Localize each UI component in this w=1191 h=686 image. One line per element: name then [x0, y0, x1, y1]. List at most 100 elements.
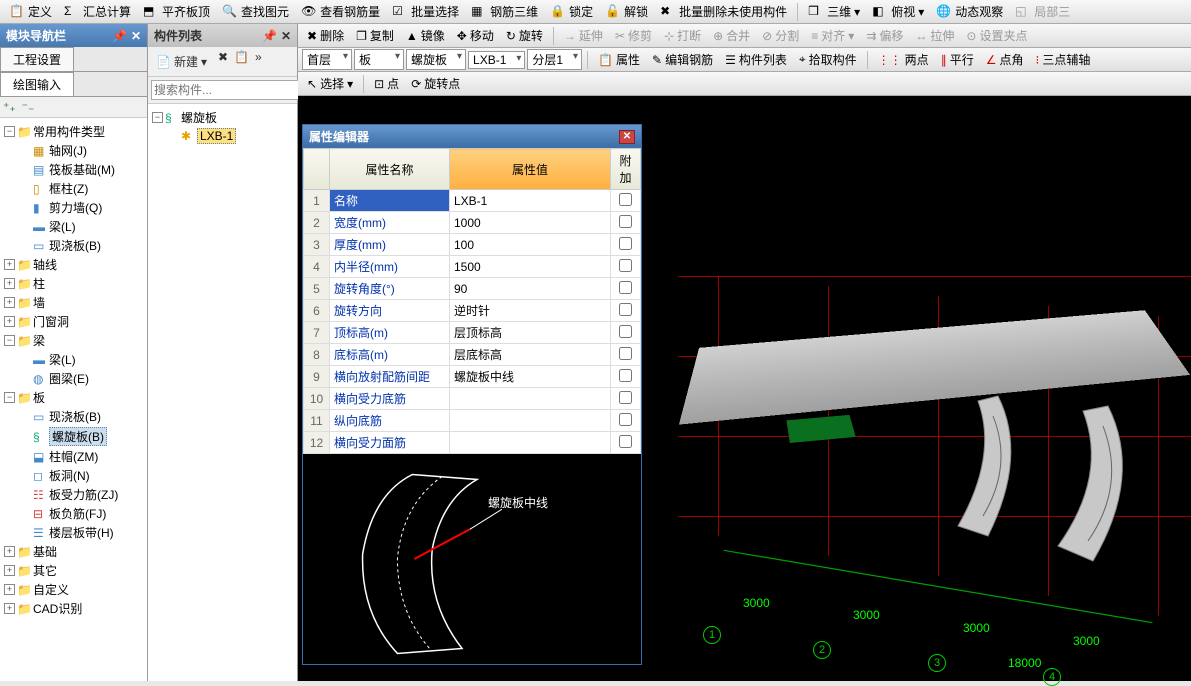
tree-negrebar[interactable]: ⊟板负筋(FJ) — [20, 505, 106, 522]
delete-button[interactable]: ✖删除 — [302, 24, 349, 47]
property-row[interactable]: 4 内半径(mm) 1500 — [304, 256, 641, 278]
extra-checkbox[interactable] — [619, 259, 632, 272]
collapse-icon[interactable]: − — [152, 112, 163, 123]
delete-item-icon[interactable]: ✖ — [218, 50, 228, 73]
expand-icon[interactable]: + — [4, 546, 15, 557]
tree-grp-axis[interactable]: +📁轴线 — [4, 256, 57, 273]
angle-button[interactable]: ∠点角 — [981, 48, 1029, 71]
property-extra[interactable] — [611, 212, 641, 234]
expand-icon[interactable]: + — [4, 603, 15, 614]
layer-select[interactable]: 分层1 — [527, 49, 582, 70]
collapse-icon[interactable]: − — [4, 335, 15, 346]
extra-checkbox[interactable] — [619, 237, 632, 250]
twopoint-button[interactable]: ⋮⋮两点 — [873, 48, 934, 71]
property-name[interactable]: 厚度(mm) — [330, 234, 450, 256]
break-button[interactable]: ⊹打断 — [659, 24, 706, 47]
viewport[interactable]: ✖删除 ❐复制 ▲镜像 ✥移动 ↻旋转 →延伸 ✂修剪 ⊹打断 ⊕合并 ⊘分割 … — [298, 24, 1191, 681]
property-extra[interactable] — [611, 190, 641, 212]
setpoint-button[interactable]: ⊙设置夹点 — [961, 24, 1032, 47]
extra-checkbox[interactable] — [619, 215, 632, 228]
property-editor-titlebar[interactable]: 属性编辑器 ✕ — [303, 125, 641, 148]
collapse-icon[interactable]: − — [4, 392, 15, 403]
tab-draw-input[interactable]: 绘图输入 — [0, 72, 74, 96]
pin-icon[interactable]: 📌 — [262, 29, 277, 43]
property-name[interactable]: 名称 — [330, 190, 450, 212]
close-button[interactable]: ✕ — [619, 130, 635, 144]
expand-icon[interactable]: + — [4, 297, 15, 308]
instance-root[interactable]: −§螺旋板 — [152, 109, 217, 126]
more-icon[interactable]: » — [255, 50, 262, 73]
tree-raft[interactable]: ▤筏板基础(M) — [20, 161, 115, 178]
tree-slabrebar[interactable]: ☷板受力筋(ZJ) — [20, 486, 118, 503]
tree-grp-col[interactable]: +📁柱 — [4, 275, 45, 292]
component-type-tree[interactable]: −📁常用构件类型 ▦轴网(J) ▤筏板基础(M) ▯框柱(Z) ▮剪力墙(Q) … — [0, 118, 147, 681]
select-button[interactable]: ↖选择▾ — [302, 72, 358, 95]
extend-button[interactable]: →延伸 — [559, 24, 608, 47]
tree-grp-cad[interactable]: +📁CAD识别 — [4, 600, 82, 617]
collapse-icon[interactable]: − — [4, 126, 15, 137]
property-extra[interactable] — [611, 388, 641, 410]
tree-grp-other[interactable]: +📁其它 — [4, 562, 57, 579]
batch-delete-button[interactable]: ✖批量删除未使用构件 — [655, 0, 792, 23]
tree-root[interactable]: −📁常用构件类型 — [4, 123, 105, 140]
extra-checkbox[interactable] — [619, 193, 632, 206]
instance-item[interactable]: ✱LXB-1 — [168, 128, 236, 144]
batch-select-button[interactable]: ☑批量选择 — [387, 0, 464, 23]
search-input[interactable] — [151, 80, 312, 100]
floor-select[interactable]: 首层 — [302, 49, 352, 70]
tree-grp-slab[interactable]: −📁板 — [4, 389, 45, 406]
tree-beam2[interactable]: ▬梁(L) — [20, 351, 76, 368]
align-slab-button[interactable]: ⬒平齐板顶 — [138, 0, 215, 23]
stretch-button[interactable]: ↔拉伸 — [910, 24, 959, 47]
extra-checkbox[interactable] — [619, 303, 632, 316]
tree-grp-opening[interactable]: +📁门窗洞 — [4, 313, 69, 330]
point-button[interactable]: ⊡点 — [369, 72, 404, 95]
property-row[interactable]: 3 厚度(mm) 100 — [304, 234, 641, 256]
tree-grp-beam[interactable]: −📁梁 — [4, 332, 45, 349]
expand-icon[interactable]: + — [4, 259, 15, 270]
extra-checkbox[interactable] — [619, 413, 632, 426]
new-button[interactable]: 📄新建▾ — [151, 50, 212, 73]
extra-checkbox[interactable] — [619, 347, 632, 360]
property-value[interactable]: 逆时针 — [450, 300, 611, 322]
property-value[interactable]: 100 — [450, 234, 611, 256]
property-extra[interactable] — [611, 256, 641, 278]
mirror-button[interactable]: ▲镜像 — [401, 24, 450, 47]
rotpoint-button[interactable]: ⟳旋转点 — [406, 72, 465, 95]
property-row[interactable]: 12 横向受力面筋 — [304, 432, 641, 454]
property-name[interactable]: 内半径(mm) — [330, 256, 450, 278]
property-row[interactable]: 5 旋转角度(°) 90 — [304, 278, 641, 300]
sum-button[interactable]: Σ汇总计算 — [59, 0, 136, 23]
unlock-button[interactable]: 🔓解锁 — [600, 0, 653, 23]
align-button[interactable]: ≡对齐▾ — [806, 24, 859, 47]
parallel-button[interactable]: ∥平行 — [936, 48, 979, 71]
props-button[interactable]: 📋属性 — [593, 48, 645, 71]
tree-beam[interactable]: ▬梁(L) — [20, 218, 76, 235]
property-extra[interactable] — [611, 234, 641, 256]
close-icon[interactable]: ✕ — [281, 29, 291, 43]
extra-checkbox[interactable] — [619, 281, 632, 294]
define-button[interactable]: 📋定义 — [4, 0, 57, 23]
tree-axis-net[interactable]: ▦轴网(J) — [20, 142, 87, 159]
property-extra[interactable] — [611, 278, 641, 300]
expand-icon[interactable]: + — [4, 565, 15, 576]
property-row[interactable]: 6 旋转方向 逆时针 — [304, 300, 641, 322]
rotate-button[interactable]: ↻旋转 — [501, 24, 548, 47]
tree-grp-found[interactable]: +📁基础 — [4, 543, 57, 560]
property-row[interactable]: 1 名称 LXB-1 — [304, 190, 641, 212]
type-select[interactable]: 螺旋板 — [406, 49, 466, 70]
find-button[interactable]: 🔍查找图元 — [217, 0, 294, 23]
property-extra[interactable] — [611, 344, 641, 366]
property-value[interactable]: 层顶标高 — [450, 322, 611, 344]
property-value[interactable] — [450, 432, 611, 454]
property-extra[interactable] — [611, 410, 641, 432]
threepoint-button[interactable]: ⁝三点辅轴 — [1030, 48, 1095, 71]
edit-rebar-button[interactable]: ✎编辑钢筋 — [647, 48, 718, 71]
tree-framecol[interactable]: ▯框柱(Z) — [20, 180, 88, 197]
tab-project-settings[interactable]: 工程设置 — [0, 47, 74, 71]
property-value[interactable]: 90 — [450, 278, 611, 300]
property-row[interactable]: 11 纵向底筋 — [304, 410, 641, 432]
property-extra[interactable] — [611, 322, 641, 344]
orbit-button[interactable]: 🌐动态观察 — [931, 0, 1008, 23]
tree-cap[interactable]: ⬓柱帽(ZM) — [20, 448, 98, 465]
